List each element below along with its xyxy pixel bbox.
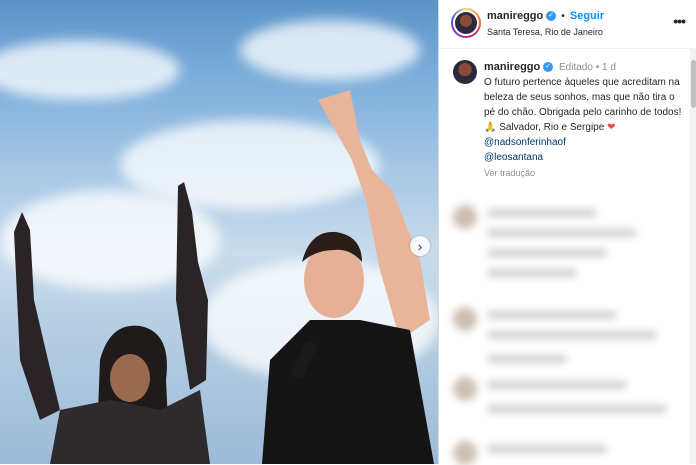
blurred-comments bbox=[439, 195, 696, 465]
woman-face-tone bbox=[110, 354, 150, 402]
comment-line bbox=[487, 405, 667, 413]
comment-avatar bbox=[453, 441, 477, 465]
performers-illustration bbox=[14, 90, 434, 464]
comment-avatar bbox=[453, 307, 477, 331]
see-translation-link[interactable]: Ver tradução bbox=[484, 166, 684, 181]
mention-link[interactable]: @nadsonferinhaof bbox=[484, 135, 684, 150]
post-photo[interactable]: › bbox=[0, 0, 438, 464]
scrollbar-thumb[interactable] bbox=[691, 60, 696, 108]
mention-link[interactable]: @leosantana bbox=[484, 150, 684, 165]
comment-line bbox=[487, 445, 607, 453]
caption-body: O futuro pertence àqueles que acreditam … bbox=[484, 77, 682, 133]
comment-avatar bbox=[453, 205, 477, 229]
separator-dot: • bbox=[561, 11, 565, 22]
caption-username[interactable]: manireggo bbox=[484, 61, 540, 73]
comment-line bbox=[487, 381, 627, 389]
username-link[interactable]: manireggo bbox=[487, 10, 543, 22]
comment-line bbox=[487, 229, 637, 237]
comment-line bbox=[487, 209, 597, 217]
story-ring[interactable] bbox=[451, 8, 481, 38]
comment-line bbox=[487, 249, 607, 257]
verified-badge-icon: ✓ bbox=[543, 62, 554, 73]
caption-text: O futuro pertence àqueles que acreditam … bbox=[484, 75, 684, 135]
more-options-icon[interactable]: ••• bbox=[673, 13, 686, 29]
verified-badge-icon: ✓ bbox=[546, 11, 557, 22]
scrollbar[interactable] bbox=[690, 48, 696, 464]
carousel-next-icon[interactable]: › bbox=[410, 236, 430, 256]
post-age[interactable]: 1 d bbox=[602, 62, 616, 73]
woman-left-arm bbox=[14, 212, 60, 420]
comment-avatar bbox=[453, 377, 477, 401]
heart-emoji: ❤ bbox=[607, 122, 616, 133]
location-link[interactable]: Santa Teresa, Rio de Janeiro bbox=[487, 27, 603, 37]
caption-avatar[interactable] bbox=[453, 60, 477, 84]
comment-line bbox=[487, 331, 657, 339]
woman-right-arm bbox=[176, 182, 208, 390]
comment-line bbox=[487, 355, 567, 363]
follow-button[interactable]: Seguir bbox=[570, 10, 604, 22]
comment-line bbox=[487, 311, 617, 319]
caption-text-block: manireggo ✓ Editado • 1 d O futuro perten… bbox=[484, 60, 684, 181]
post-header: manireggo ✓ • Seguir Santa Teresa, Rio de… bbox=[439, 0, 696, 49]
post-side-panel: manireggo ✓ • Seguir Santa Teresa, Rio de… bbox=[438, 0, 696, 465]
man-shirt bbox=[262, 320, 434, 464]
header-name-row: manireggo ✓ • Seguir bbox=[487, 10, 604, 22]
avatar bbox=[455, 12, 477, 34]
comment-line bbox=[487, 269, 577, 277]
separator-dot: • bbox=[595, 62, 600, 73]
edited-label: Editado bbox=[559, 62, 593, 73]
